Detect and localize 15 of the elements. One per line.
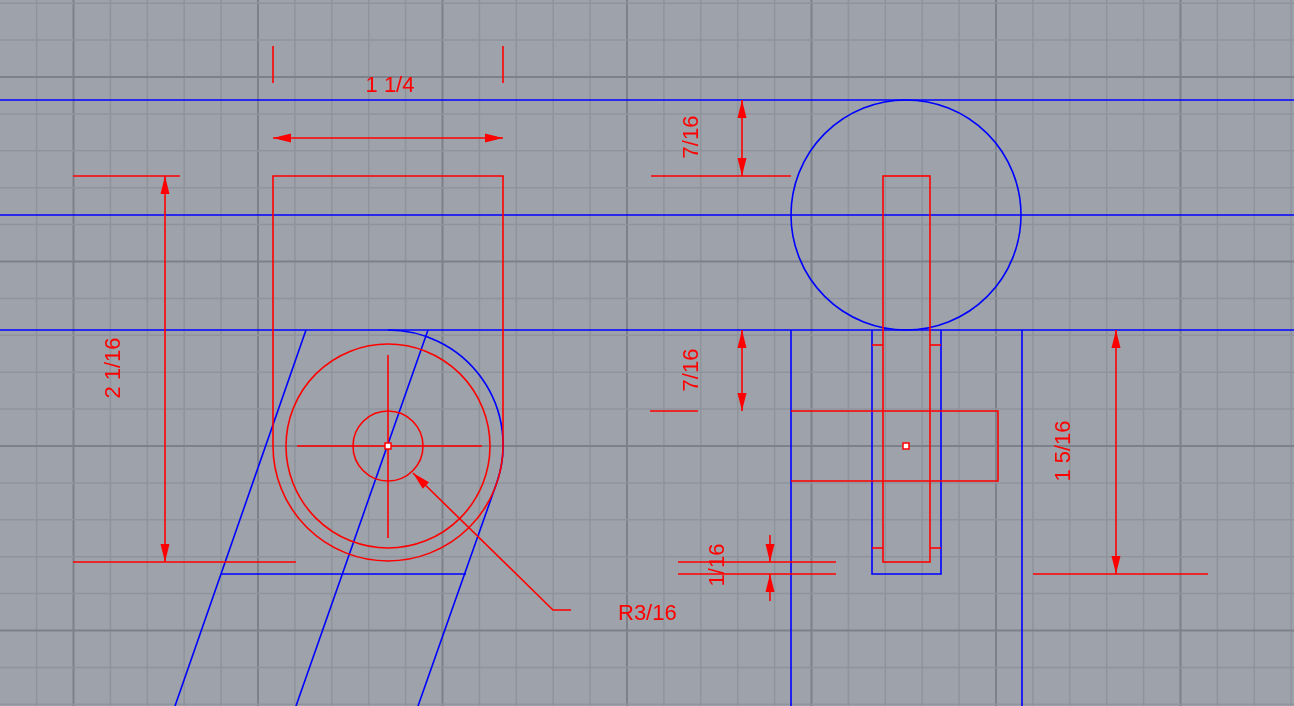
dimension-arrow: [765, 534, 775, 563]
dimension-label: 1 1/4: [365, 72, 415, 97]
dimension-label: 2 1/16: [100, 337, 125, 399]
extension-line: [272, 45, 274, 84]
point-marker[interactable]: [384, 442, 392, 450]
dimension-label: 1 5/16: [1050, 420, 1075, 482]
point-marker[interactable]: [902, 442, 910, 450]
extension-line: [502, 45, 504, 84]
extension-line: [649, 410, 699, 412]
dimension-arrow: [765, 573, 775, 602]
hole-outline: [352, 410, 424, 482]
dimension-label: 7/16: [678, 348, 703, 392]
dimension-label: 1/16: [704, 543, 729, 587]
dimension-label: R3/16: [618, 600, 677, 625]
dimension-label: 7/16: [678, 115, 703, 159]
